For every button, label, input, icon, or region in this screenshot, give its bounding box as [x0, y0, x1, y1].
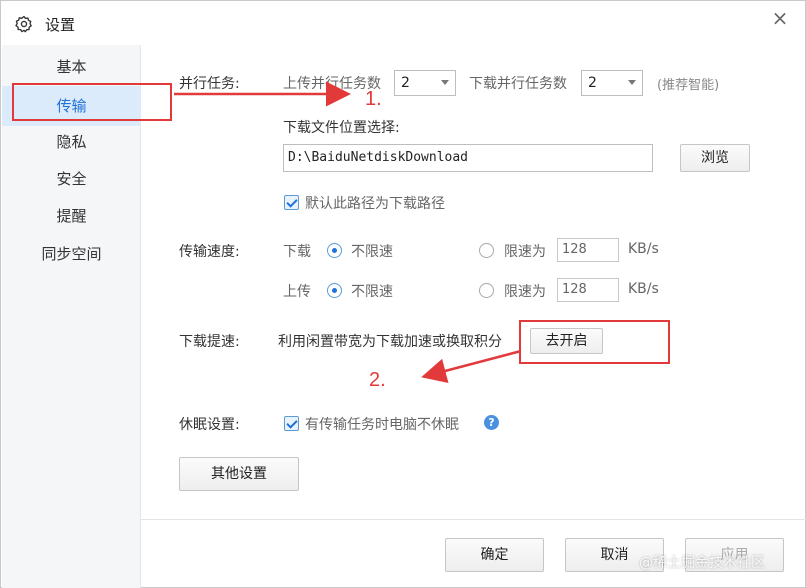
ok-button[interactable]: 确定	[445, 538, 544, 572]
sidebar-item-basic[interactable]: 基本	[2, 49, 141, 85]
upload-speed-label: 上传	[283, 284, 311, 300]
sidebar-item-reminder[interactable]: 提醒	[2, 198, 141, 234]
upload-parallel-value: 2	[401, 75, 410, 91]
no-sleep-checkbox[interactable]	[284, 416, 299, 431]
download-parallel-value: 2	[588, 75, 597, 91]
sidebar-item-privacy[interactable]: 隐私	[2, 124, 141, 160]
question-circle-icon[interactable]: ?	[484, 415, 499, 430]
download-limit-label: 限速为	[504, 244, 546, 260]
upload-limit-radio[interactable]	[479, 283, 494, 298]
no-sleep-label: 有传输任务时电脑不休眠	[305, 417, 459, 433]
upload-unit: KB/s	[628, 281, 659, 297]
sleep-settings-label: 休眠设置:	[179, 417, 240, 433]
parallel-hint: (推荐智能)	[657, 78, 720, 93]
download-boost-description: 利用闲置带宽为下载加速或换取积分	[278, 334, 502, 350]
window-title: 设置	[45, 16, 76, 34]
annotation-box-boost	[519, 320, 670, 364]
download-limit-input[interactable]: 128	[557, 238, 619, 262]
settings-window: 设置 × 基本 传输 隐私 安全 提醒 同步空间 并行任务: 上传并行任务数 2…	[0, 0, 806, 588]
gear-icon	[15, 15, 32, 33]
download-boost-label: 下载提速:	[179, 334, 240, 350]
download-parallel-select[interactable]: 2	[581, 70, 643, 96]
title-bar: 设置 ×	[1, 1, 805, 45]
upload-limit-input[interactable]: 128	[557, 278, 619, 302]
browse-button[interactable]: 浏览	[680, 144, 750, 172]
download-parallel-label: 下载并行任务数	[469, 76, 567, 92]
default-path-checkbox[interactable]	[284, 195, 299, 210]
download-path-input[interactable]: D:\BaiduNetdiskDownload	[283, 144, 653, 172]
download-location-label: 下载文件位置选择:	[283, 120, 400, 136]
transfer-speed-label: 传输速度:	[179, 244, 240, 260]
upload-unlimited-label: 不限速	[351, 284, 393, 300]
other-settings-button[interactable]: 其他设置	[179, 457, 299, 491]
upload-limit-label: 限速为	[504, 284, 546, 300]
close-button[interactable]: ×	[769, 7, 791, 29]
parallel-tasks-label: 并行任务:	[179, 76, 240, 92]
upload-parallel-select[interactable]: 2	[394, 70, 456, 96]
annotation-box-transfer	[12, 83, 172, 121]
footer-divider	[141, 519, 806, 520]
download-unlimited-radio[interactable]	[327, 243, 342, 258]
sidebar: 基本 传输 隐私 安全 提醒 同步空间	[2, 45, 141, 588]
download-limit-radio[interactable]	[479, 243, 494, 258]
settings-content: 并行任务: 上传并行任务数 2 下载并行任务数 2 (推荐智能) 下载文件位置选…	[141, 45, 806, 588]
default-path-label: 默认此路径为下载路径	[305, 196, 445, 212]
sidebar-item-security[interactable]: 安全	[2, 161, 141, 197]
download-unit: KB/s	[628, 241, 659, 257]
download-speed-label: 下载	[283, 244, 311, 260]
upload-unlimited-radio[interactable]	[327, 283, 342, 298]
annotation-step-1: 1.	[365, 88, 382, 110]
download-unlimited-label: 不限速	[351, 244, 393, 260]
sidebar-item-sync-space[interactable]: 同步空间	[2, 236, 141, 272]
annotation-step-2: 2.	[369, 369, 386, 391]
chevron-down-icon	[628, 80, 636, 85]
watermark: @稀土掘金技术社区	[639, 555, 765, 571]
chevron-down-icon	[441, 80, 449, 85]
